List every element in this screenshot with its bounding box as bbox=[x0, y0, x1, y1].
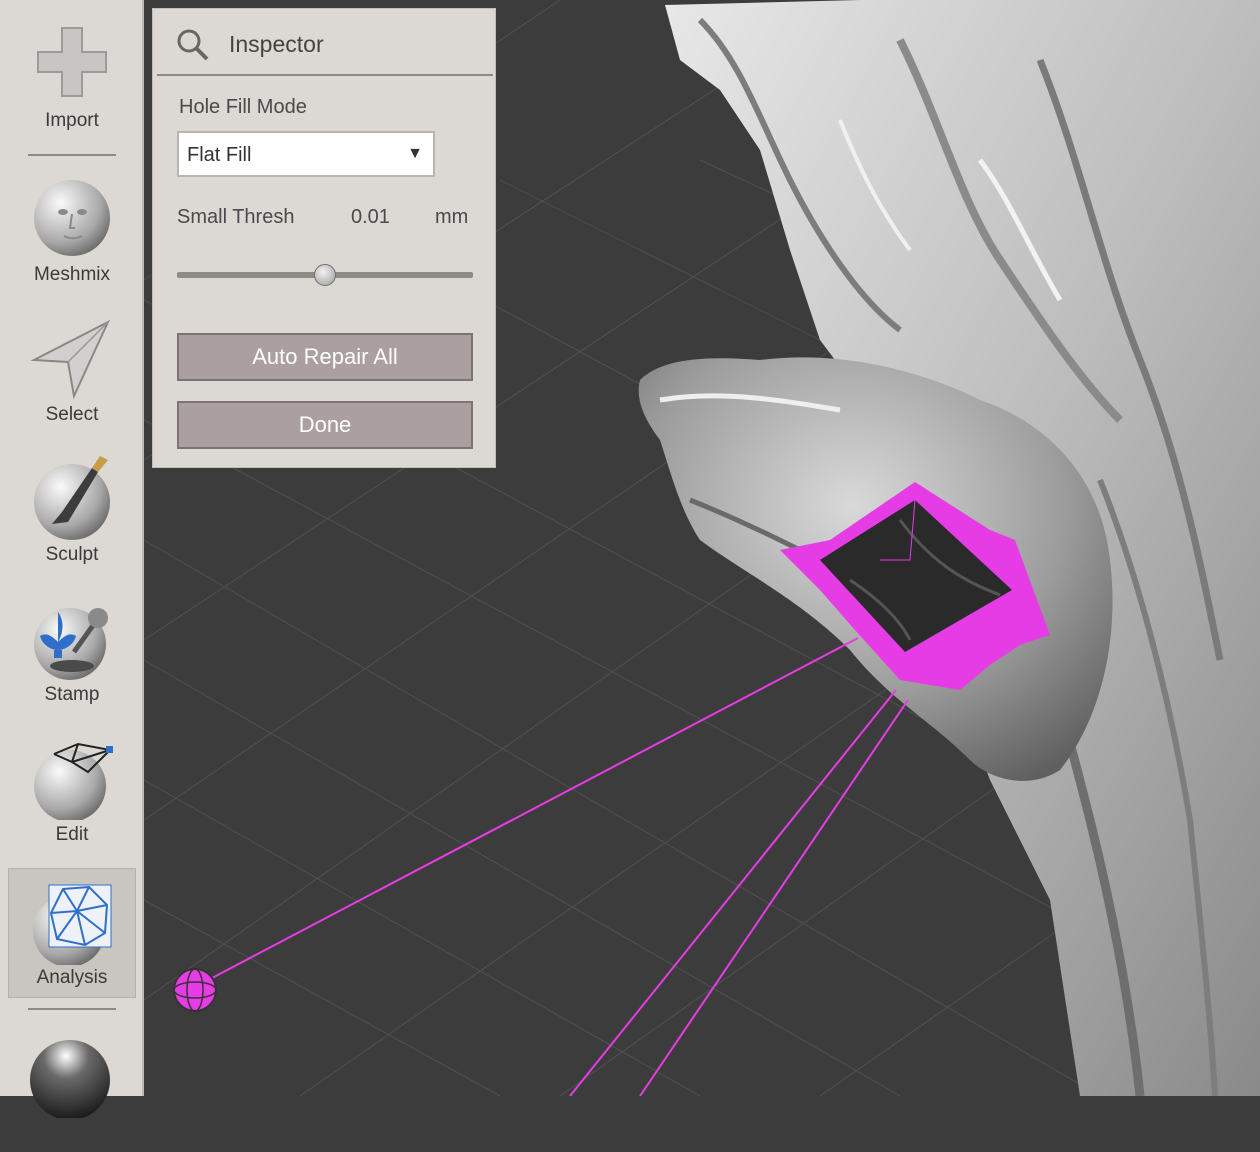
toolbar-import[interactable]: Import bbox=[8, 10, 136, 140]
toolbar-separator bbox=[28, 154, 116, 156]
toolbar-meshmix[interactable]: Meshmix bbox=[8, 164, 136, 294]
hole-fill-mode-label: Hole Fill Mode bbox=[179, 96, 307, 118]
done-button[interactable]: Done bbox=[177, 401, 473, 449]
toolbar-sculpt[interactable]: Sculpt bbox=[8, 444, 136, 574]
main-toolbar: Import Meshmix Select Sculpt Stamp Edit … bbox=[0, 0, 144, 1118]
arrow-cursor-icon bbox=[30, 319, 111, 400]
small-thresh-unit: mm bbox=[435, 206, 469, 228]
toolbar-meshmix-label: Meshmix bbox=[33, 264, 110, 285]
toolbar-separator bbox=[28, 1008, 116, 1010]
toolbar-stamp-label: Stamp bbox=[44, 684, 100, 705]
inspector-header: Inspector bbox=[153, 9, 495, 75]
mesh-analysis-icon bbox=[33, 884, 112, 965]
auto-repair-all-button[interactable]: Auto Repair All bbox=[177, 333, 473, 381]
meshmix-face-icon bbox=[34, 180, 110, 256]
toolbar-select-label: Select bbox=[45, 404, 99, 425]
slider-handle[interactable] bbox=[314, 264, 336, 286]
toolbar-stamp[interactable]: Stamp bbox=[8, 584, 136, 714]
brush-sphere-icon bbox=[34, 456, 110, 540]
toolbar-select[interactable]: Select bbox=[8, 304, 136, 434]
inspector-panel: Inspector Hole Fill Mode Flat Fill ▼ Sma… bbox=[152, 8, 496, 468]
small-thresh-label: Small Thresh bbox=[177, 206, 295, 228]
dropdown-arrow-icon: ▼ bbox=[407, 145, 423, 162]
magnifier-icon bbox=[177, 29, 209, 61]
small-thresh-value[interactable]: 0.01 bbox=[351, 206, 390, 229]
fleur-de-lis-stamp-icon bbox=[34, 608, 108, 680]
toolbar-analysis-label: Analysis bbox=[36, 967, 108, 988]
toolbar-sculpt-label: Sculpt bbox=[45, 544, 99, 565]
hole-fill-mode-dropdown[interactable]: Flat Fill ▼ bbox=[177, 131, 435, 177]
hole-fill-mode-value: Flat Fill bbox=[187, 144, 252, 166]
inspector-title: Inspector bbox=[229, 31, 324, 57]
pivot-sphere[interactable] bbox=[173, 968, 217, 1012]
toolbar-shaders[interactable] bbox=[8, 1022, 136, 1152]
toolbar-import-label: Import bbox=[45, 110, 99, 131]
shaders-sphere-icon bbox=[30, 1040, 110, 1118]
wireframe-sphere-icon bbox=[34, 742, 113, 820]
toolbar-analysis[interactable]: Analysis bbox=[8, 868, 136, 998]
toolbar-edit[interactable]: Edit bbox=[8, 724, 136, 854]
inspector-divider bbox=[157, 74, 493, 76]
small-thresh-slider[interactable] bbox=[177, 264, 473, 286]
toolbar-edit-label: Edit bbox=[55, 824, 89, 845]
plus-icon bbox=[37, 27, 107, 97]
